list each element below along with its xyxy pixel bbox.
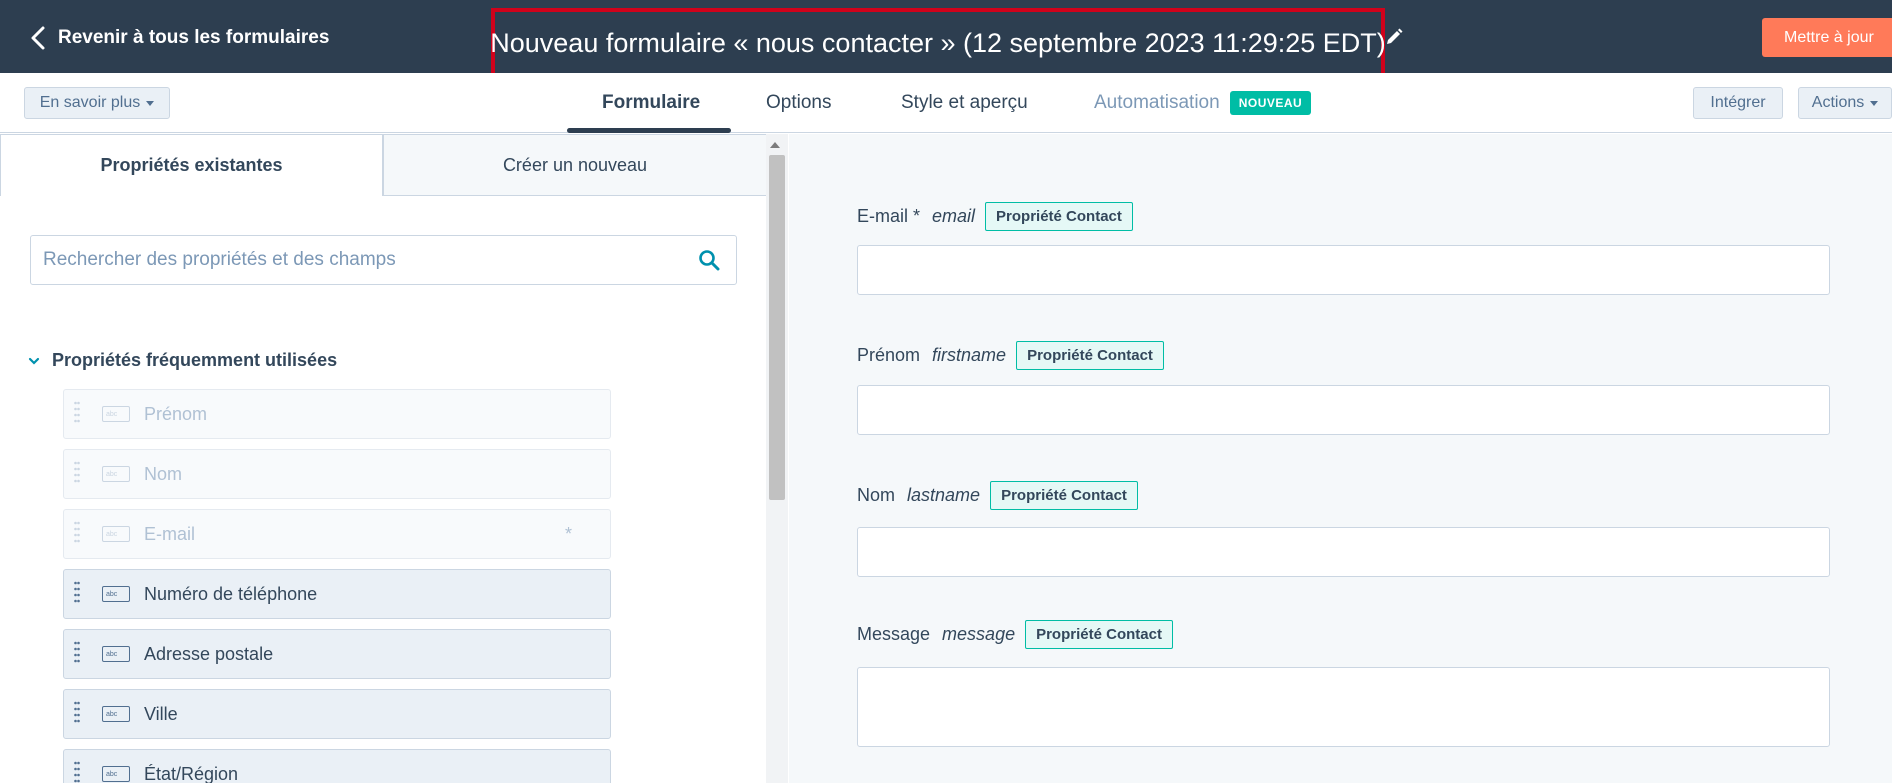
new-badge: NOUVEAU bbox=[1229, 91, 1312, 115]
property-item-city[interactable]: abc Ville bbox=[63, 689, 611, 739]
chevron-left-icon bbox=[31, 26, 45, 50]
text-field-icon: abc bbox=[102, 766, 130, 782]
drag-handle-icon[interactable] bbox=[74, 699, 80, 729]
actions-label: Actions bbox=[1811, 94, 1865, 111]
field-label: Prénom bbox=[857, 344, 921, 365]
property-label: Ville bbox=[144, 703, 178, 724]
editor-navbar: En savoir plus Formulaire Options Style … bbox=[0, 73, 1892, 133]
message-field-textarea[interactable] bbox=[857, 667, 1830, 747]
property-type-badge: Propriété Contact bbox=[1025, 619, 1173, 649]
back-link-label: Revenir à tous les formulaires bbox=[58, 27, 330, 48]
embed-button[interactable]: Intégrer bbox=[1693, 87, 1783, 119]
embed-label: Intégrer bbox=[1710, 94, 1766, 111]
field-label: Message bbox=[857, 623, 931, 644]
property-item-firstname: abc Prénom bbox=[63, 389, 611, 439]
drag-handle-icon bbox=[74, 401, 80, 423]
section-title: Propriétés fréquemment utilisées bbox=[52, 350, 338, 370]
caret-down-icon bbox=[146, 100, 155, 106]
field-internal-name: email bbox=[932, 205, 976, 226]
field-label: E-mail * bbox=[857, 205, 921, 226]
tab-create-label: Créer un nouveau bbox=[502, 154, 648, 175]
frequent-properties-header[interactable]: Propriétés fréquemment utilisées bbox=[28, 350, 337, 371]
form-title-highlight: Nouveau formulaire « nous contacter » (1… bbox=[490, 8, 1386, 78]
scroll-up-arrow-icon[interactable] bbox=[770, 142, 780, 148]
preview-field-message[interactable]: Message message Propriété Contact bbox=[857, 619, 1173, 649]
tab-automation-label: Automatisation bbox=[1094, 92, 1220, 113]
properties-panel: Propriétés existantes Créer un nouveau P… bbox=[0, 134, 788, 783]
drag-handle-icon bbox=[74, 521, 80, 543]
preview-field-firstname[interactable]: Prénom firstname Propriété Contact bbox=[857, 340, 1164, 370]
field-label-row: Prénom firstname Propriété Contact bbox=[857, 340, 1164, 370]
property-label: E-mail bbox=[144, 523, 196, 544]
actions-button[interactable]: Actions bbox=[1798, 87, 1892, 119]
update-button[interactable]: Mettre à jour bbox=[1762, 18, 1892, 57]
search-icon[interactable] bbox=[698, 249, 720, 271]
tab-existing-properties[interactable]: Propriétés existantes bbox=[0, 134, 383, 196]
search-input[interactable] bbox=[43, 236, 683, 284]
top-header: Revenir à tous les formulaires Nouveau f… bbox=[0, 0, 1892, 78]
text-field-icon: abc bbox=[102, 646, 130, 662]
property-label: Prénom bbox=[144, 403, 208, 424]
email-field-input[interactable] bbox=[857, 245, 1830, 295]
caret-down-icon bbox=[1870, 100, 1879, 106]
tab-style-label: Style et aperçu bbox=[901, 92, 1028, 113]
required-mark: * bbox=[564, 523, 572, 544]
property-label: Numéro de téléphone bbox=[144, 583, 318, 604]
property-label: Nom bbox=[144, 463, 183, 484]
preview-field-email[interactable]: E-mail * email Propriété Contact bbox=[857, 201, 1133, 231]
text-field-icon: abc bbox=[102, 706, 130, 722]
drag-handle-icon[interactable] bbox=[74, 639, 80, 669]
field-label-row: Nom lastname Propriété Contact bbox=[857, 480, 1138, 510]
drag-handle-icon bbox=[74, 461, 80, 483]
property-item-address[interactable]: abc Adresse postale bbox=[63, 629, 611, 679]
tab-options[interactable]: Options bbox=[766, 73, 831, 133]
property-item-email: abc E-mail * bbox=[63, 509, 611, 559]
field-internal-name: message bbox=[942, 623, 1016, 644]
tab-options-label: Options bbox=[766, 92, 832, 113]
field-label-row: Message message Propriété Contact bbox=[857, 619, 1173, 649]
property-type-badge: Propriété Contact bbox=[985, 201, 1133, 231]
active-tab-indicator bbox=[567, 128, 731, 133]
text-field-icon: abc bbox=[102, 466, 130, 482]
tab-style-preview[interactable]: Style et aperçu bbox=[901, 73, 1028, 133]
form-preview: E-mail * email Propriété Contact Prénom … bbox=[789, 134, 1892, 783]
property-type-badge: Propriété Contact bbox=[990, 480, 1138, 510]
firstname-field-input[interactable] bbox=[857, 385, 1830, 435]
field-internal-name: firstname bbox=[932, 344, 1007, 365]
tab-create-new[interactable]: Créer un nouveau bbox=[383, 134, 767, 196]
learn-more-label: En savoir plus bbox=[39, 94, 141, 111]
property-type-badge: Propriété Contact bbox=[1016, 340, 1164, 370]
text-field-icon: abc bbox=[102, 406, 130, 422]
field-internal-name: lastname bbox=[907, 484, 981, 505]
chevron-down-icon bbox=[28, 357, 40, 365]
back-to-forms-link[interactable]: Revenir à tous les formulaires bbox=[28, 25, 329, 51]
field-label-row: E-mail * email Propriété Contact bbox=[857, 201, 1133, 231]
tab-automation[interactable]: Automatisation NOUVEAU bbox=[1094, 73, 1312, 133]
property-label: État/Région bbox=[144, 763, 239, 783]
scrollbar-thumb[interactable] bbox=[769, 155, 785, 500]
property-search bbox=[30, 235, 737, 285]
drag-handle-icon[interactable] bbox=[74, 759, 80, 783]
text-field-icon: abc bbox=[102, 526, 130, 542]
tab-existing-label: Propriétés existantes bbox=[100, 155, 283, 175]
drag-handle-icon[interactable] bbox=[74, 579, 80, 609]
lastname-field-input[interactable] bbox=[857, 527, 1830, 577]
tab-form[interactable]: Formulaire bbox=[602, 73, 700, 133]
preview-field-lastname[interactable]: Nom lastname Propriété Contact bbox=[857, 480, 1138, 510]
text-field-icon: abc bbox=[102, 586, 130, 602]
learn-more-button[interactable]: En savoir plus bbox=[24, 87, 170, 119]
property-item-phone[interactable]: abc Numéro de téléphone bbox=[63, 569, 611, 619]
tab-form-label: Formulaire bbox=[602, 92, 701, 113]
property-item-lastname: abc Nom bbox=[63, 449, 611, 499]
property-label: Adresse postale bbox=[144, 643, 274, 664]
pencil-icon[interactable] bbox=[1384, 27, 1404, 47]
property-item-state[interactable]: abc État/Région bbox=[63, 749, 611, 783]
form-title[interactable]: Nouveau formulaire « nous contacter » (1… bbox=[490, 28, 1386, 59]
field-label: Nom bbox=[857, 484, 896, 505]
